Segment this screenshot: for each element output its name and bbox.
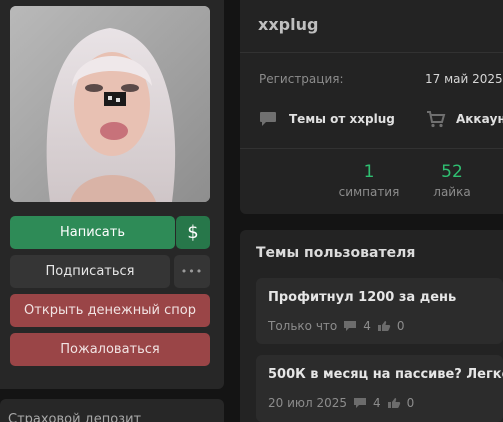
subscribe-button[interactable]: Подписаться bbox=[10, 255, 170, 288]
stat-value: 52 bbox=[441, 162, 463, 182]
comment-icon bbox=[354, 398, 367, 408]
accounts-link[interactable]: Аккаун bbox=[426, 110, 503, 128]
topic-title[interactable]: Профитнул 1200 за день bbox=[268, 290, 456, 305]
topic-meta: 20 июл 2025 4 0 bbox=[268, 396, 414, 410]
report-button[interactable]: Пожаловаться bbox=[10, 333, 210, 366]
more-options-button[interactable]: ••• bbox=[174, 255, 210, 288]
comment-icon bbox=[344, 321, 357, 331]
username: xxplug bbox=[258, 15, 319, 34]
user-topics-link[interactable]: Темы от xxplug bbox=[259, 111, 395, 127]
write-message-label: Написать bbox=[59, 225, 126, 240]
write-message-button[interactable]: Написать bbox=[10, 216, 175, 249]
stat-likes-received[interactable]: 1 симпатия bbox=[336, 162, 402, 199]
topic-comments: 4 bbox=[363, 319, 371, 333]
topic-time: 20 июл 2025 bbox=[268, 396, 348, 410]
divider bbox=[240, 148, 503, 149]
avatar[interactable] bbox=[10, 6, 210, 202]
topics-heading: Темы пользователя bbox=[256, 245, 416, 261]
accounts-label: Аккаун bbox=[456, 112, 503, 126]
report-label: Пожаловаться bbox=[60, 342, 160, 357]
registration-date: 17 май 2025 bbox=[425, 72, 503, 86]
stat-reactions[interactable]: 52 лайка bbox=[424, 162, 480, 199]
topic-meta: Только что 4 0 bbox=[268, 319, 405, 333]
registration-label: Регистрация: bbox=[259, 72, 344, 86]
divider bbox=[240, 52, 503, 53]
open-dispute-button[interactable]: Открыть денежный спор bbox=[10, 294, 210, 327]
stat-value: 1 bbox=[363, 162, 375, 182]
topic-title[interactable]: 500К в месяц на пассиве? Легко. bbox=[268, 367, 503, 382]
thumbs-up-icon bbox=[387, 398, 400, 408]
topic-card[interactable] bbox=[256, 278, 503, 344]
stat-label: симпатия bbox=[338, 185, 400, 199]
topic-likes: 0 bbox=[406, 396, 415, 410]
topic-comments: 4 bbox=[373, 396, 381, 410]
topic-time: Только что bbox=[268, 319, 338, 333]
subscribe-label: Подписаться bbox=[45, 264, 135, 279]
open-dispute-label: Открыть денежный спор bbox=[24, 303, 196, 318]
topic-likes: 0 bbox=[396, 319, 405, 333]
avatar-image bbox=[10, 6, 210, 202]
more-dots-icon: ••• bbox=[180, 265, 204, 278]
stat-label: лайка bbox=[433, 185, 471, 199]
topic-card[interactable] bbox=[256, 355, 503, 422]
insurance-deposit-label: Страховой депозит bbox=[8, 412, 142, 422]
shopping-cart-icon bbox=[427, 111, 446, 128]
money-transfer-button[interactable]: $ bbox=[176, 216, 210, 249]
user-topics-label: Темы от xxplug bbox=[289, 112, 395, 126]
dollar-icon: $ bbox=[187, 222, 199, 243]
thumbs-up-icon bbox=[377, 321, 391, 331]
speech-bubble-icon bbox=[260, 112, 276, 126]
